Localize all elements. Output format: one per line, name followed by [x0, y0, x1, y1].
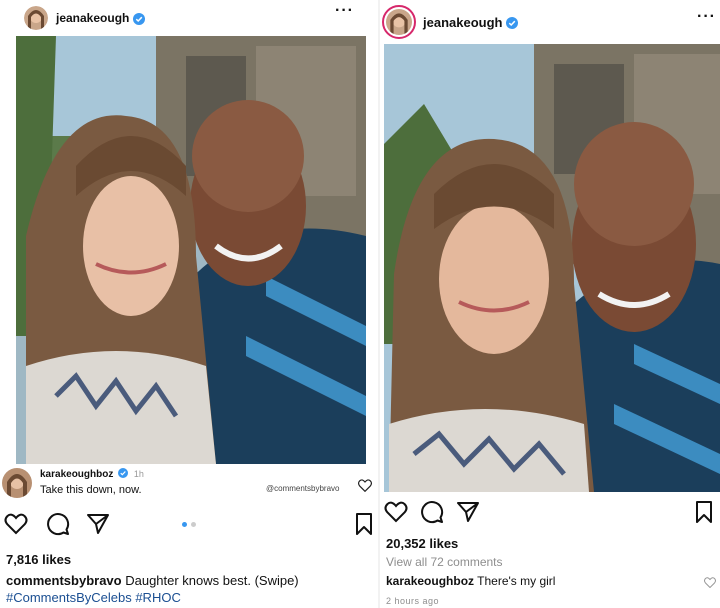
heart-icon[interactable] — [4, 512, 28, 536]
heart-icon[interactable] — [358, 479, 372, 492]
more-icon[interactable]: ··· — [335, 2, 354, 20]
comment-time: 1h — [133, 469, 144, 479]
username[interactable]: jeanakeough — [423, 15, 502, 30]
post-header: jeanakeough ··· — [0, 0, 378, 36]
post-header: jeanakeough ··· — [380, 2, 720, 42]
caption-username[interactable]: commentsbybravo — [6, 573, 122, 588]
comment-text: Take this down, now. — [40, 484, 142, 496]
verified-icon — [506, 16, 519, 29]
comment-username[interactable]: karakeoughboz — [386, 574, 474, 588]
heart-icon[interactable] — [704, 577, 716, 588]
comment-icon[interactable] — [420, 500, 444, 524]
overlay-comment: karakeoughboz 1h Take this down, now. @c… — [0, 466, 378, 500]
bookmark-icon[interactable] — [692, 500, 716, 524]
post-time: 2 hours ago — [386, 596, 440, 606]
commenter-username[interactable]: karakeoughboz 1h — [40, 468, 144, 480]
comment: karakeoughboz There's my girl — [386, 574, 555, 588]
heart-icon[interactable] — [384, 500, 408, 524]
caption: commentsbybravo Daughter knows best. (Sw… — [6, 572, 376, 606]
post-right: jeanakeough ··· 20,352 likes View all 72… — [380, 0, 720, 608]
bookmark-icon[interactable] — [352, 512, 376, 536]
commenter-avatar[interactable] — [2, 468, 32, 498]
profile-avatar[interactable] — [24, 6, 48, 30]
caption-hashtags[interactable]: #CommentsByCelebs #RHOC — [6, 590, 181, 605]
action-bar — [380, 500, 720, 528]
share-icon[interactable] — [86, 512, 110, 536]
caption-text: Daughter knows best. (Swipe) — [125, 573, 299, 588]
likes-count[interactable]: 7,816 likes — [6, 552, 71, 567]
comment-icon[interactable] — [46, 512, 70, 536]
watermark: @commentsbybravo — [266, 484, 340, 493]
comment-username[interactable]: karakeoughboz — [40, 469, 113, 480]
post-left: jeanakeough ··· karakeoughboz 1h Take th… — [0, 0, 378, 608]
carousel-dot[interactable] — [182, 522, 187, 527]
likes-count[interactable]: 20,352 likes — [386, 536, 458, 551]
carousel-indicator — [182, 522, 196, 527]
post-photo[interactable] — [384, 44, 720, 492]
view-all-comments[interactable]: View all 72 comments — [386, 555, 503, 569]
username[interactable]: jeanakeough — [56, 11, 129, 25]
verified-icon — [133, 12, 146, 25]
post-photo[interactable] — [16, 36, 366, 464]
more-icon[interactable]: ··· — [697, 8, 716, 26]
comment-text: There's my girl — [477, 574, 556, 588]
profile-avatar[interactable] — [382, 5, 416, 39]
verified-icon — [118, 468, 129, 478]
share-icon[interactable] — [456, 500, 480, 524]
carousel-dot[interactable] — [191, 522, 196, 527]
